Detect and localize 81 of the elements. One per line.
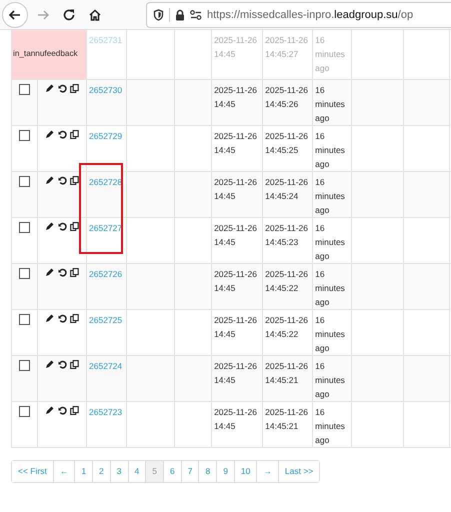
updated-time: 2025-11-26 14:45:22 [265,314,308,338]
copy-icon[interactable] [70,314,79,322]
row-checkbox[interactable] [19,130,30,140]
forward-arrow-icon [36,8,50,22]
edit-icon[interactable] [45,176,54,184]
created-time: 2025-11-26 14:45 [214,360,257,384]
updated-time: 2025-11-26 14:45:27 [265,35,308,59]
record-id-link[interactable]: 2652730 [89,84,122,94]
edit-icon[interactable] [45,84,54,92]
relative-time: 16 minutes ago [315,360,345,398]
history-icon[interactable] [58,222,67,230]
copy-icon[interactable] [70,176,79,184]
page-link[interactable]: 5 [145,460,163,482]
history-icon[interactable] [58,176,67,184]
page-link[interactable]: Last >> [278,460,320,482]
copy-icon[interactable] [70,84,79,92]
created-time: 2025-11-26 14:45 [214,268,257,292]
edit-icon[interactable] [45,406,54,414]
created-time: 2025-11-26 14:45 [214,130,257,154]
edit-icon[interactable] [45,268,54,276]
relative-time: 16 minutes ago [315,35,345,73]
created-time: 2025-11-26 14:45 [214,222,257,246]
record-id-link[interactable]: 2652725 [89,314,122,324]
history-icon[interactable] [58,130,67,138]
row-checkbox[interactable] [19,84,30,94]
updated-time: 2025-11-26 14:45:24 [265,176,308,200]
record-id-link[interactable]: 2652724 [89,360,122,370]
copy-icon[interactable] [70,268,79,276]
edit-icon[interactable] [45,222,54,230]
history-icon[interactable] [58,84,67,92]
history-icon[interactable] [58,268,67,276]
row-checkbox[interactable] [19,406,30,416]
back-arrow-icon [8,8,22,22]
row-checkbox[interactable] [19,268,30,278]
tag-label: in_tannufeedback [13,49,78,58]
relative-time: 16 minutes ago [315,222,345,260]
address-bar[interactable]: https://missedcalles-inpro.leadgroup.su/op [146,2,451,28]
shield-icon [153,8,164,20]
copy-icon[interactable] [70,130,79,138]
row-checkbox[interactable] [19,176,30,186]
row-checkbox[interactable] [19,314,30,324]
history-icon[interactable] [58,360,67,368]
updated-time: 2025-11-26 14:45:22 [265,268,308,292]
created-time: 2025-11-26 14:45 [214,35,257,59]
updated-time: 2025-11-26 14:45:21 [265,406,308,430]
record-id-link[interactable]: 2652728 [89,176,122,186]
updated-time: 2025-11-26 14:45:23 [265,222,308,246]
updated-time: 2025-11-26 14:45:26 [265,84,308,108]
record-id-link[interactable]: 2652727 [89,222,122,232]
record-id-link[interactable]: 2652726 [89,268,122,278]
created-time: 2025-11-26 14:45 [214,314,257,338]
record-id-link[interactable]: 2652731 [89,35,122,45]
updated-time: 2025-11-26 14:45:25 [265,130,308,154]
created-time: 2025-11-26 14:45 [214,84,257,108]
edit-icon[interactable] [45,360,54,368]
relative-time: 16 minutes ago [315,314,345,352]
url-text: https://missedcalles-inpro.leadgroup.su/op [207,8,414,20]
edit-icon[interactable] [45,130,54,138]
record-id-link[interactable]: 2652729 [89,130,122,140]
lock-icon [175,8,185,20]
relative-time: 16 minutes ago [315,406,345,444]
back-button[interactable] [2,2,28,28]
row-checkbox[interactable] [19,360,30,370]
copy-icon[interactable] [70,360,79,368]
reload-icon [62,8,76,22]
copy-icon[interactable] [70,222,79,230]
copy-icon[interactable] [70,406,79,414]
relative-time: 16 minutes ago [315,268,345,306]
created-time: 2025-11-26 14:45 [214,406,257,430]
home-icon [88,8,102,22]
row-checkbox[interactable] [19,222,30,232]
updated-time: 2025-11-26 14:45:21 [265,360,308,384]
created-time: 2025-11-26 14:45 [214,176,257,200]
history-icon[interactable] [58,406,67,414]
relative-time: 16 minutes ago [315,84,345,122]
relative-time: 16 minutes ago [315,176,345,214]
relative-time: 16 minutes ago [315,130,345,168]
edit-icon[interactable] [45,314,54,322]
record-id-link[interactable]: 2652723 [89,406,122,416]
history-icon[interactable] [58,314,67,322]
permissions-icon [190,10,202,20]
